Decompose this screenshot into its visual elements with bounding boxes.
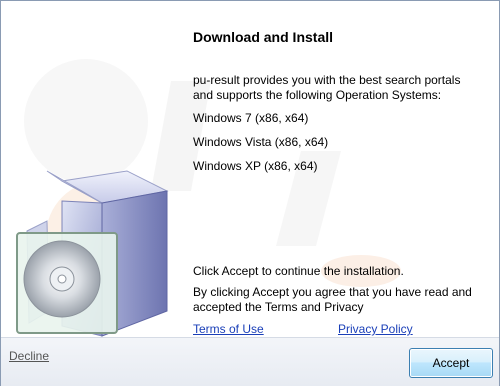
terms-of-use-link[interactable]: Terms of Use [193,322,264,336]
dialog-content: Download and Install pu-result provides … [1,1,499,337]
agreement-text: By clicking Accept you agree that you ha… [193,285,472,314]
dialog-title: Download and Install [193,29,334,45]
decline-link[interactable]: Decline [9,349,49,363]
software-box-with-cd-icon [16,170,169,337]
privacy-policy-link[interactable]: Privacy Policy [338,322,413,336]
accept-button[interactable]: Accept [409,348,493,378]
dialog-description: pu-result provides you with the best sea… [193,73,461,102]
dialog-footer: Decline Accept [1,337,499,386]
os-item: Windows 7 (x86, x64) [193,111,309,125]
installer-dialog: Download and Install pu-result provides … [0,0,500,386]
continue-instruction: Click Accept to continue the installatio… [193,264,404,278]
os-item: Windows XP (x86, x64) [193,159,318,173]
os-item: Windows Vista (x86, x64) [193,135,329,149]
